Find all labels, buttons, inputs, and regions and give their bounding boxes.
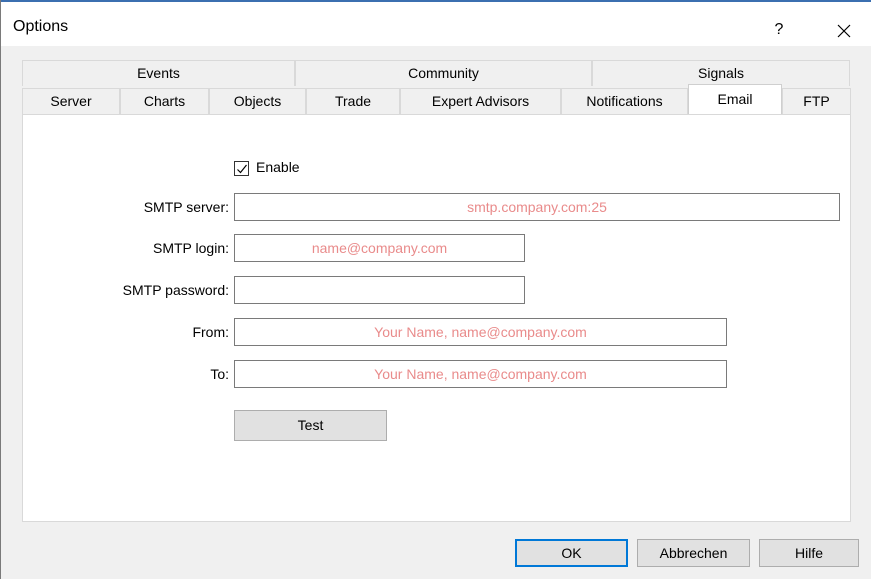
help-question-button[interactable]: ?	[764, 16, 794, 44]
smtp-server-label: SMTP server:	[143, 199, 229, 215]
tab-email[interactable]: Email	[688, 84, 782, 114]
test-button[interactable]: Test	[234, 410, 387, 441]
help-button[interactable]: Hilfe	[759, 539, 859, 567]
title-bar: Options ?	[1, 6, 871, 46]
smtp-password-input[interactable]	[234, 276, 525, 304]
to-input[interactable]: Your Name, name@company.com	[234, 360, 727, 388]
tab-row-upper: Events Community Signals	[22, 60, 850, 86]
cancel-button[interactable]: Abbrechen	[637, 539, 750, 567]
smtp-server-input[interactable]: smtp.company.com:25	[234, 193, 840, 221]
tab-events[interactable]: Events	[22, 60, 295, 86]
from-label: From:	[192, 324, 229, 340]
tab-notifications[interactable]: Notifications	[561, 88, 688, 114]
tab-charts[interactable]: Charts	[120, 88, 209, 114]
tab-objects[interactable]: Objects	[209, 88, 306, 114]
tab-expert-advisors[interactable]: Expert Advisors	[400, 88, 561, 114]
window-title: Options	[13, 18, 69, 35]
close-icon	[837, 24, 851, 38]
smtp-password-label: SMTP password:	[122, 282, 229, 298]
smtp-login-input[interactable]: name@company.com	[234, 234, 525, 262]
to-label: To:	[210, 366, 229, 382]
smtp-login-label: SMTP login:	[153, 240, 229, 256]
enable-label[interactable]: Enable	[256, 159, 300, 175]
tab-row-lower: Server Charts Objects Trade Expert Advis…	[22, 84, 851, 114]
from-input[interactable]: Your Name, name@company.com	[234, 318, 727, 346]
tab-server[interactable]: Server	[22, 88, 120, 114]
checkmark-icon	[237, 164, 247, 174]
tab-ftp[interactable]: FTP	[782, 88, 851, 114]
tab-trade[interactable]: Trade	[306, 88, 400, 114]
ok-button[interactable]: OK	[515, 539, 628, 567]
close-button[interactable]	[829, 16, 859, 44]
enable-checkbox[interactable]	[234, 161, 249, 176]
tab-signals[interactable]: Signals	[592, 60, 850, 86]
tab-community[interactable]: Community	[295, 60, 592, 86]
options-dialog: Options ? Events Community Signals Serve…	[0, 0, 871, 579]
